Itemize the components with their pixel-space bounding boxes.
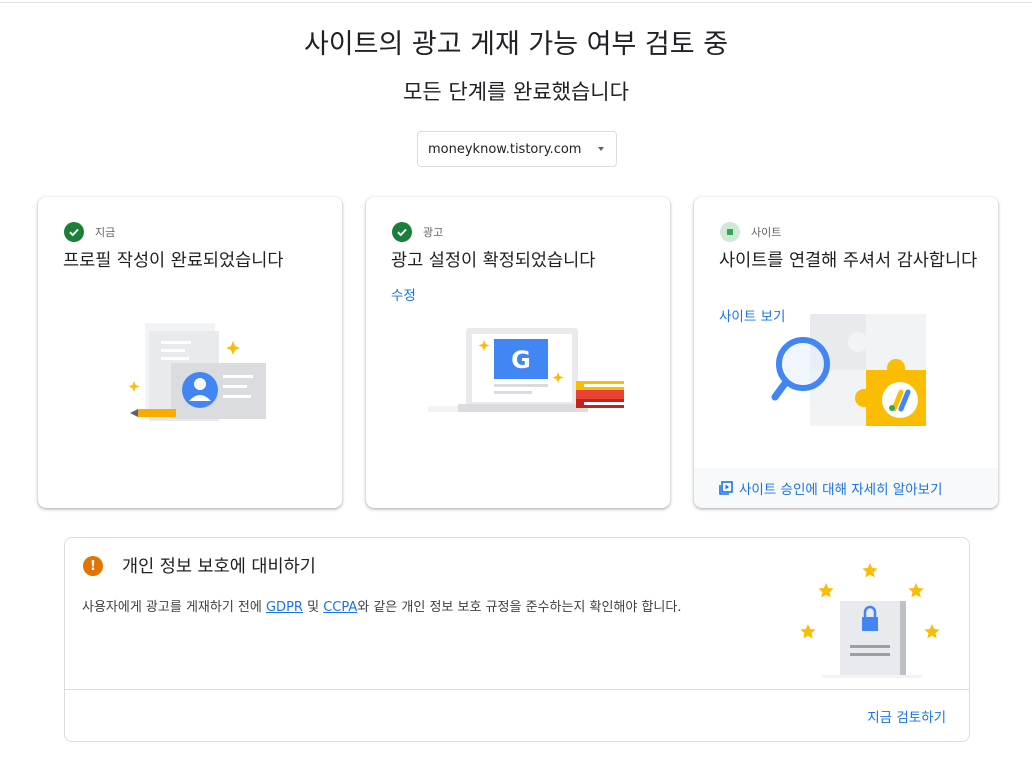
ad-settings-illustration: G — [428, 328, 624, 412]
card-title: 광고 설정이 확정되었습니다 — [391, 251, 596, 271]
privacy-description: 사용자에게 광고를 게재하기 전에 GDPR 및 CCPA와 같은 개인 정보 … — [82, 596, 681, 615]
learn-site-approval-label: 사이트 승인에 대해 자세히 알아보기 — [739, 482, 943, 498]
top-divider — [0, 2, 1032, 3]
gdpr-link[interactable]: GDPR — [266, 600, 303, 615]
privacy-lock-illustration — [800, 563, 940, 678]
card-title: 사이트를 연결해 주셔서 감사합니다 — [719, 251, 978, 271]
edit-link[interactable]: 수정 — [391, 284, 416, 304]
warning-icon: ! — [83, 556, 103, 576]
learn-site-approval-link[interactable]: 사이트 승인에 대해 자세히 알아보기 — [694, 468, 998, 508]
svg-text:G: G — [511, 346, 531, 374]
check-circle-icon — [392, 222, 412, 242]
card-site: 사이트 사이트를 연결해 주셔서 감사합니다 사이트 보기 사이트 승인에 대해… — [694, 197, 998, 508]
privacy-title: 개인 정보 보호에 대비하기 — [122, 557, 316, 577]
privacy-panel: ! 개인 정보 보호에 대비하기 사용자에게 광고를 게재하기 전에 GDPR … — [64, 537, 970, 742]
card-status: 광고 — [392, 222, 443, 242]
privacy-text-and: 및 — [302, 600, 324, 615]
card-title: 프로필 작성이 완료되었습니다 — [63, 251, 284, 271]
card-status: 지금 — [64, 222, 115, 242]
card-status-label: 사이트 — [751, 226, 782, 239]
page-title: 사이트의 광고 게재 가능 여부 검토 중 — [303, 29, 729, 60]
pending-status-icon — [720, 222, 740, 242]
privacy-text-after: 와 같은 개인 정보 보호 규정을 준수하는지 확인해야 합니다. — [357, 600, 682, 615]
card-status-label: 광고 — [423, 226, 444, 239]
review-now-link[interactable]: 지금 검토하기 — [867, 706, 946, 726]
card-ad-settings: 광고 광고 설정이 확정되었습니다 수정 G — [366, 197, 670, 508]
video-library-icon — [719, 481, 733, 495]
card-status-label: 지금 — [95, 226, 116, 239]
card-profile: 지금 프로필 작성이 완료되었습니다 — [38, 197, 342, 508]
check-circle-icon — [64, 222, 84, 242]
card-status: 사이트 — [720, 222, 781, 242]
site-puzzle-illustration — [771, 314, 926, 426]
site-select[interactable]: moneyknow.tistory.com — [417, 131, 617, 167]
ccpa-link[interactable]: CCPA — [323, 600, 357, 615]
dropdown-arrow-icon — [598, 147, 604, 151]
privacy-text-before: 사용자에게 광고를 게재하기 전에 — [82, 600, 266, 615]
profile-illustration — [128, 323, 266, 421]
privacy-divider — [65, 689, 969, 690]
page-subtitle: 모든 단계를 완료했습니다 — [403, 80, 629, 104]
site-select-value: moneyknow.tistory.com — [428, 141, 582, 157]
